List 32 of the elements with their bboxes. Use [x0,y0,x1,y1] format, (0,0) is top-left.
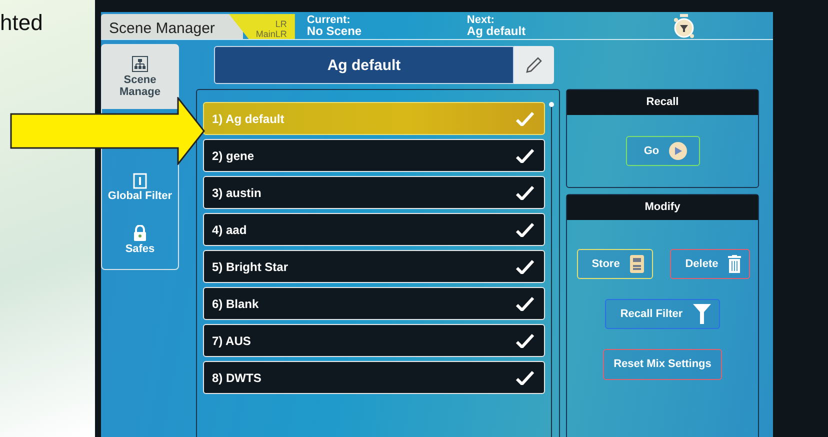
scene-row[interactable]: 3) austin [203,176,545,209]
scene-name-field[interactable]: Ag default [214,46,514,84]
sidebar-tab[interactable]: Global Filter [102,163,178,211]
scene-tree-icon [132,56,148,72]
window-title: Scene Manager [101,14,243,39]
scroll-bar[interactable] [549,102,553,437]
next-scene: Ag default [466,26,527,37]
current-label: Current: [306,15,352,26]
play-icon [669,142,688,160]
scene-row[interactable]: 7) AUS [203,324,545,357]
reset-button[interactable]: Reset Mix Settings [602,348,722,380]
filter-button[interactable]: Recall Filter [605,299,720,329]
scene-row[interactable]: 2) gene [203,139,545,172]
sidebar-tab[interactable]: Safes [102,211,178,269]
modify-header: Modify [567,195,758,220]
edit-button[interactable] [514,46,554,84]
scene-row[interactable]: 6) Blank [203,287,545,320]
trash-icon [728,255,742,273]
delete-button[interactable]: Delete [670,249,750,279]
page-text: hted [0,10,43,35]
recall-header: Recall [567,90,758,115]
sidebar-tab[interactable]: Scene Manage [102,45,178,109]
funnel-icon [692,304,711,324]
pencil-icon [525,56,543,74]
lock-icon [133,225,147,241]
scene-row[interactable]: 5) Bright Star [203,250,545,283]
scene-row[interactable]: 8) DWTS [203,361,545,394]
stopwatch-icon[interactable] [672,14,695,38]
next-label: Next: [466,15,496,26]
floppy-icon [630,255,644,273]
current-scene: No Scene [306,26,363,37]
scene-row[interactable]: 4) aad [203,213,545,246]
